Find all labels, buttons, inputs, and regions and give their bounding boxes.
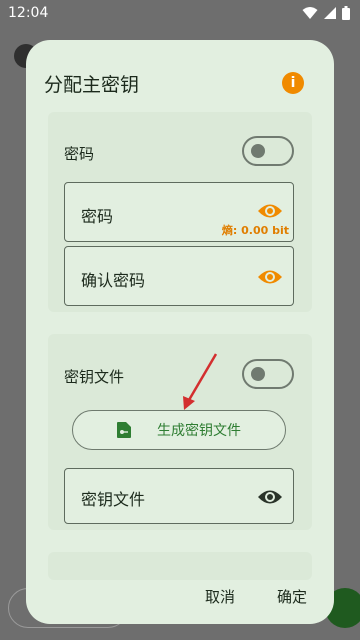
show-password-eye-icon[interactable] bbox=[257, 202, 283, 220]
keyfile-field[interactable]: 密钥文件 bbox=[64, 468, 294, 524]
assign-master-key-dialog: 分配主密钥 i 密码 密码 熵: 0.00 bit 确认密码 密钥文件 生成密钥… bbox=[26, 40, 334, 624]
password-toggle[interactable] bbox=[242, 136, 294, 166]
dialog-title: 分配主密钥 bbox=[44, 74, 140, 96]
toggle-knob bbox=[251, 144, 265, 158]
show-keyfile-eye-icon[interactable] bbox=[257, 488, 283, 506]
generate-keyfile-label: 生成密钥文件 bbox=[157, 423, 241, 439]
signal-icon bbox=[324, 7, 336, 19]
cancel-button[interactable]: 取消 bbox=[205, 586, 235, 607]
battery-icon bbox=[342, 6, 350, 20]
generate-keyfile-button[interactable]: 生成密钥文件 bbox=[72, 410, 286, 450]
password-field[interactable]: 密码 熵: 0.00 bit bbox=[64, 182, 294, 242]
status-time: 12:04 bbox=[8, 5, 49, 21]
collapsed-section bbox=[48, 552, 312, 580]
keyfile-field-label: 密钥文件 bbox=[81, 490, 146, 509]
entropy-indicator: 熵: 0.00 bit bbox=[221, 224, 289, 237]
status-bar: 12:04 bbox=[0, 0, 360, 26]
toggle-knob bbox=[251, 367, 265, 381]
keyfile-toggle[interactable] bbox=[242, 359, 294, 389]
password-field-label: 密码 bbox=[81, 207, 114, 226]
password-toggle-label: 密码 bbox=[64, 145, 95, 163]
show-confirm-password-eye-icon[interactable] bbox=[257, 268, 283, 286]
keyfile-toggle-label: 密钥文件 bbox=[64, 368, 125, 386]
wifi-icon bbox=[302, 7, 318, 19]
confirm-password-field[interactable]: 确认密码 bbox=[64, 246, 294, 306]
keyfile-icon bbox=[117, 422, 131, 438]
confirm-password-label: 确认密码 bbox=[81, 271, 146, 290]
confirm-button[interactable]: 确定 bbox=[277, 586, 307, 607]
info-icon[interactable]: i bbox=[282, 72, 304, 94]
